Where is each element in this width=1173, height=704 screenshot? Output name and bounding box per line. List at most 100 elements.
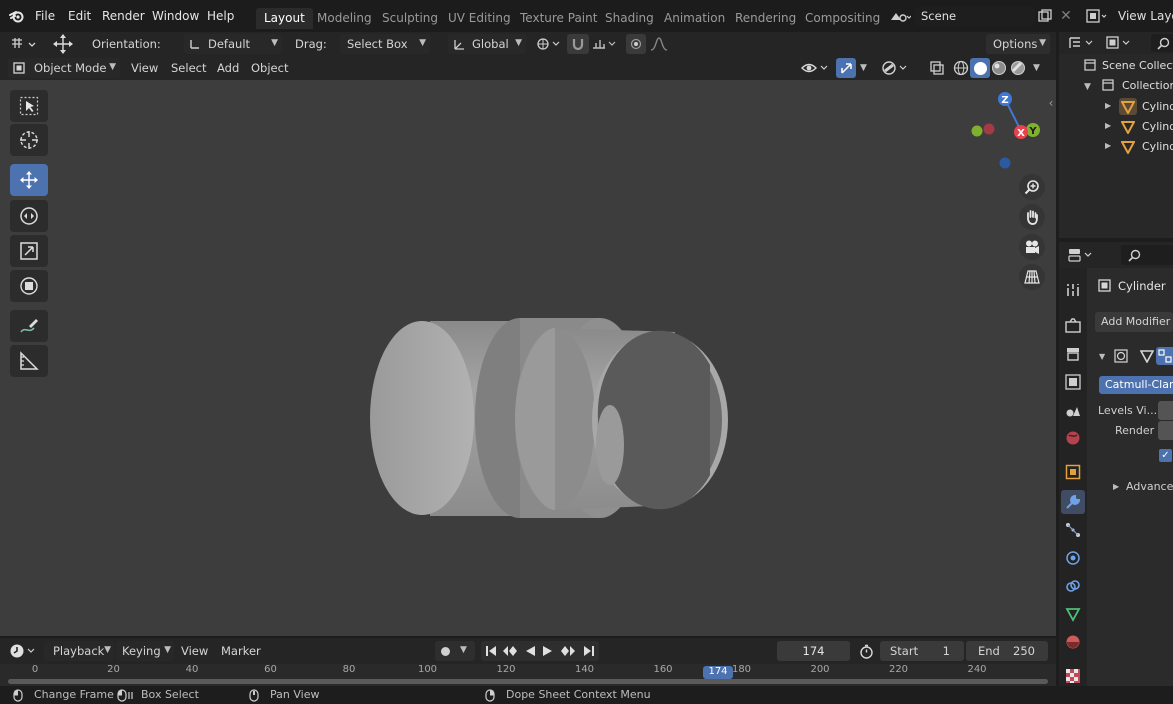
collapse-triangle-icon[interactable]: ▼ [1084,82,1091,92]
cursor-tool[interactable] [10,124,48,156]
orientation-dropdown[interactable]: Default ▼ [184,34,282,54]
snap-toggle[interactable] [567,34,589,54]
delete-scene-icon[interactable]: ✕ [1058,8,1074,24]
scene-browse-icon[interactable] [887,8,913,25]
neg-x-axis[interactable] [983,123,995,135]
output-tab-icon[interactable] [1065,346,1081,362]
falloff-curve-icon[interactable] [648,34,674,54]
proportional-editing-toggle[interactable] [626,34,646,54]
play-reverse-icon[interactable] [523,644,537,658]
jump-end-icon[interactable] [581,644,597,658]
scale-tool[interactable] [10,235,48,267]
scene-field[interactable]: Scene [915,7,1035,26]
collection-label[interactable]: Collection [1122,79,1173,92]
menu-select[interactable]: Select [171,61,206,75]
move-gizmo-icon[interactable] [50,33,76,55]
tab-texture-paint[interactable]: Texture Paint [512,8,605,29]
edit-mode-toggle-icon[interactable] [1139,348,1155,364]
xray-toggle-icon[interactable] [928,59,946,77]
drag-dropdown[interactable]: Select Box ▼ [340,34,430,54]
menu-add[interactable]: Add [217,61,239,75]
wireframe-shading-icon[interactable] [952,59,970,77]
start-frame-field[interactable]: Start 1 [880,641,964,661]
neg-z-axis[interactable] [999,157,1011,169]
blender-logo-icon[interactable] [8,8,26,24]
overlays-icon[interactable] [880,58,912,78]
playback-dropdown[interactable]: Playback ▼ [44,641,114,661]
expand-triangle-icon[interactable]: ▶ [1105,101,1111,110]
end-frame-field[interactable]: End 250 [966,641,1048,661]
cylinder-model[interactable] [360,310,740,530]
tab-compositing[interactable]: Compositing [797,8,888,29]
menu-window[interactable]: Window [152,9,199,23]
transform-pivot-icon[interactable] [8,35,40,53]
menu-file[interactable]: File [35,9,55,23]
outliner-row-cylinder-3[interactable]: ▶ Cylinder [1059,136,1173,156]
perspective-toggle-button[interactable] [1019,264,1045,290]
constraints-tab-icon[interactable] [1065,578,1081,594]
outliner-row-cylinder-1[interactable]: ▶ Cylinder [1059,96,1173,116]
texture-tab-icon[interactable] [1065,668,1081,684]
transform-orientation-dropdown[interactable]: Global ▼ [448,34,526,54]
transform-tool[interactable] [10,270,48,302]
subdivision-type-catmull-clark[interactable]: Catmull-Clark [1099,376,1173,394]
properties-search-field[interactable] [1121,245,1173,265]
properties-editor-icon[interactable] [1067,247,1097,263]
zoom-button[interactable] [1019,174,1045,200]
solid-shading-button[interactable] [970,58,990,78]
scene-collection-label[interactable]: Scene Collection [1102,59,1173,72]
timeline-ruler[interactable]: 0 20 40 60 80 100 120 140 160 180 200 220 240 174 [0,664,1056,686]
new-scene-icon[interactable] [1036,7,1054,25]
timeline-menu-view[interactable]: View [181,644,208,658]
editor-type-clock-icon[interactable] [8,642,40,660]
annotate-tool[interactable] [10,310,48,342]
rotate-tool[interactable] [10,200,48,232]
auto-keying-toggle[interactable]: ▼ [435,641,475,661]
render-tab-icon[interactable] [1065,318,1081,334]
jump-keyframe-back-icon[interactable] [501,644,519,658]
display-mode-icon[interactable] [1105,35,1135,51]
tab-animation[interactable]: Animation [656,8,733,29]
snap-target-icon[interactable] [590,34,620,54]
timeline-menu-marker[interactable]: Marker [221,644,261,658]
menu-render[interactable]: Render [102,9,145,23]
object-tab-icon[interactable] [1065,464,1081,480]
jump-start-icon[interactable] [483,644,499,658]
chevron-down-icon[interactable]: ▼ [860,63,867,73]
physics-tab-icon[interactable] [1065,550,1081,566]
outliner-row-cylinder-2[interactable]: ▶ Cylinder [1059,116,1173,136]
navigation-gizmo[interactable]: Z Y X [966,86,1046,176]
tool-tab-icon[interactable] [1065,282,1081,298]
rendered-shading-icon[interactable] [1009,59,1027,77]
current-frame-field[interactable]: 174 [777,641,850,661]
visibility-eye-icon[interactable] [800,58,832,78]
view-layer-icon[interactable] [1084,8,1112,24]
tab-sculpting[interactable]: Sculpting [374,8,446,29]
data-tab-icon[interactable] [1065,606,1081,622]
select-box-tool[interactable] [10,90,48,122]
tab-rendering[interactable]: Rendering [727,8,804,29]
levels-viewport-field[interactable] [1158,401,1173,420]
menu-view[interactable]: View [131,61,158,75]
tab-uv-editing[interactable]: UV Editing [440,8,519,29]
menu-edit[interactable]: Edit [68,9,91,23]
advanced-panel-label[interactable]: Advanced [1126,480,1173,493]
menu-object[interactable]: Object [251,61,288,75]
chevron-down-icon[interactable]: ▼ [1033,63,1040,73]
neg-y-axis[interactable] [971,125,983,137]
camera-view-button[interactable] [1019,234,1045,260]
scene-tab-icon[interactable] [1065,402,1081,418]
tab-shading[interactable]: Shading [597,8,662,29]
expand-triangle-icon[interactable]: ▶ [1105,141,1111,150]
optimal-display-checkbox[interactable]: ✓ [1159,449,1172,462]
mode-dropdown[interactable]: Object Mode ▼ [8,58,120,78]
measure-tool[interactable] [10,345,48,377]
pivot-point-icon[interactable] [534,34,564,54]
move-tool[interactable] [10,164,48,196]
play-icon[interactable] [541,644,555,658]
outliner-search-field[interactable] [1151,34,1173,52]
sidebar-toggle-icon[interactable]: ‹ [1046,96,1056,110]
tab-layout[interactable]: Layout [256,8,313,29]
timeline-scrollbar[interactable] [8,679,1048,684]
view-layer-name[interactable]: View Layer [1118,9,1173,23]
